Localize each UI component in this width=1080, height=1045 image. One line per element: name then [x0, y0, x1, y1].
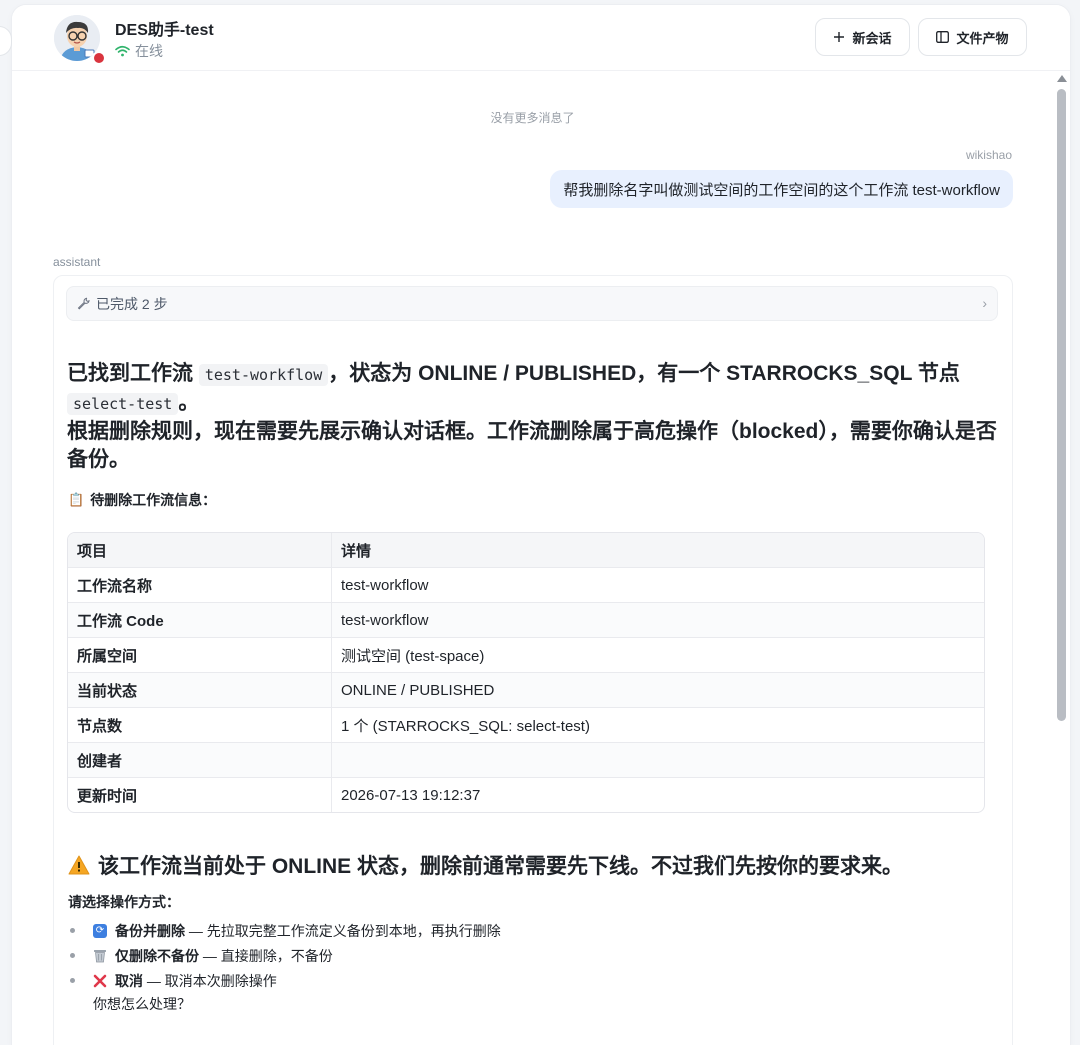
- row-value: test-workflow: [331, 567, 984, 603]
- file-artifacts-label: 文件产物: [956, 30, 1009, 46]
- option-delete-only[interactable]: 仅删除不备份 — 直接删除，不备份: [68, 943, 501, 968]
- bot-badge: [92, 51, 106, 65]
- row-value: 1 个 (STARROCKS_SQL: select-test): [331, 707, 984, 743]
- row-key: 当前状态: [68, 672, 332, 708]
- warning-icon: [68, 855, 90, 875]
- row-value: 2026-07-13 19:12:37: [341, 786, 481, 804]
- wrench-icon: [77, 297, 90, 310]
- plus-icon: [834, 32, 845, 42]
- heading-text-1: 已找到工作流: [67, 362, 199, 385]
- status-text: 在线: [135, 43, 163, 59]
- file-artifacts-button[interactable]: 文件产物: [918, 18, 1027, 56]
- option-title: 仅删除不备份: [115, 947, 199, 964]
- steps-label: 已完成 2 步: [96, 295, 168, 312]
- panel-icon: [936, 31, 950, 43]
- chat-window: DES助手-test 在线 新会话 文件产物 没有更多消息了 wikishao …: [12, 5, 1070, 1045]
- scroll-up-arrow-icon[interactable]: [1057, 75, 1067, 82]
- node-code-inline: select-test: [67, 393, 179, 415]
- bullet: [70, 928, 75, 933]
- table-header-row: 项目 详情: [68, 533, 984, 568]
- row-key: 工作流名称: [68, 567, 332, 603]
- new-chat-button[interactable]: 新会话: [815, 18, 910, 56]
- workflow-code-inline: test-workflow: [198, 364, 329, 386]
- info-title: 📋 待删除工作流信息：: [68, 490, 216, 510]
- row-value: ONLINE / PUBLISHED: [331, 672, 984, 708]
- sidebar-toggle-handle[interactable]: [0, 26, 12, 56]
- workflow-info-table: 项目 详情 工作流名称 test-workflow 工作流 Code test-wo…: [67, 532, 985, 813]
- table-row: 所属空间 测试空间 (test-space): [68, 637, 984, 673]
- heading-text-4: 根据删除规则，现在需要先展示确认对话框。工作流删除属于高危操作（blocked）…: [67, 420, 997, 471]
- bot-name: DES助手-test: [115, 22, 214, 39]
- row-key: 工作流 Code: [68, 602, 332, 638]
- table-row: 节点数 1 个 (STARROCKS_SQL: select-test): [68, 707, 984, 743]
- option-title: 备份并删除: [115, 922, 185, 939]
- new-chat-label: 新会话: [852, 30, 892, 46]
- cross-icon: [93, 974, 107, 987]
- reply-heading: 已找到工作流 test-workflow ，状态为 ONLINE / PUBLIS…: [67, 360, 997, 474]
- option-desc: — 直接删除，不备份: [199, 947, 333, 964]
- warning-text: 该工作流当前处于 ONLINE 状态，删除前通常需要先下线。不过我们先按你的要求…: [98, 855, 904, 878]
- choose-label: 请选择操作方式：: [68, 894, 180, 910]
- table-row: 更新时间 2026-07-13 19:12:37: [68, 777, 984, 812]
- bullet: [70, 953, 75, 958]
- assistant-label: assistant: [53, 255, 101, 269]
- row-key: 更新时间: [68, 777, 332, 812]
- user-name: wikishao: [965, 148, 1012, 162]
- table-row: 工作流 Code test-workflow: [68, 602, 984, 638]
- options-list: ⟳ 备份并删除 — 先拉取完整工作流定义备份到本地，再执行删除 仅删除不备份 —…: [68, 918, 501, 1015]
- option-desc: — 取消本次删除操作: [143, 972, 277, 989]
- row-key: 节点数: [68, 707, 332, 743]
- option-desc: — 先拉取完整工作流定义备份到本地，再执行删除: [185, 922, 501, 939]
- refresh-icon: ⟳: [93, 923, 107, 938]
- row-value: test-workflow: [331, 602, 984, 638]
- user-message-bubble: 帮我删除名字叫做测试空间的工作空间的这个工作流 test-workflow: [550, 170, 1013, 208]
- row-key: 所属空间: [68, 637, 332, 673]
- option-cancel[interactable]: 取消 — 取消本次删除操作: [68, 968, 501, 993]
- info-title-text: 待删除工作流信息：: [90, 492, 217, 508]
- column-header: 详情: [331, 533, 984, 568]
- bullet: [70, 978, 75, 983]
- wifi-icon: [115, 45, 130, 57]
- column-header: 项目: [68, 533, 332, 568]
- option-title: 取消: [115, 972, 143, 989]
- no-more-messages: 没有更多消息了: [490, 111, 575, 125]
- scrollbar-thumb[interactable]: [1057, 89, 1066, 721]
- assistant-message-card: 已完成 2 步 › 已找到工作流 test-workflow ，状态为 ONLIN…: [53, 275, 1013, 1045]
- clipboard-icon: 📋: [68, 492, 85, 507]
- chat-header: DES助手-test 在线 新会话 文件产物: [12, 5, 1070, 71]
- steps-collapse[interactable]: 已完成 2 步 ›: [66, 286, 998, 321]
- follow-up-question: 你想怎么处理？: [93, 996, 191, 1012]
- scrollbar[interactable]: [1053, 73, 1070, 1045]
- table-row: 工作流名称 test-workflow: [68, 567, 984, 603]
- row-value: [331, 742, 984, 778]
- online-status: 在线: [115, 41, 163, 61]
- row-value: 测试空间 (test-space): [331, 637, 984, 673]
- table-row: 当前状态 ONLINE / PUBLISHED: [68, 672, 984, 708]
- option-backup-delete[interactable]: ⟳ 备份并删除 — 先拉取完整工作流定义备份到本地，再执行删除: [68, 918, 501, 943]
- warning-heading: 该工作流当前处于 ONLINE 状态，删除前通常需要先下线。不过我们先按你的要求…: [68, 850, 903, 880]
- trash-icon: [94, 950, 106, 963]
- heading-text-2: ，状态为 ONLINE / PUBLISHED，有一个 STARROCKS_SQ…: [328, 362, 960, 385]
- heading-text-3: 。: [178, 391, 200, 414]
- row-key: 创建者: [68, 742, 332, 778]
- chevron-right-icon: ›: [982, 295, 987, 311]
- table-row: 创建者: [68, 742, 984, 778]
